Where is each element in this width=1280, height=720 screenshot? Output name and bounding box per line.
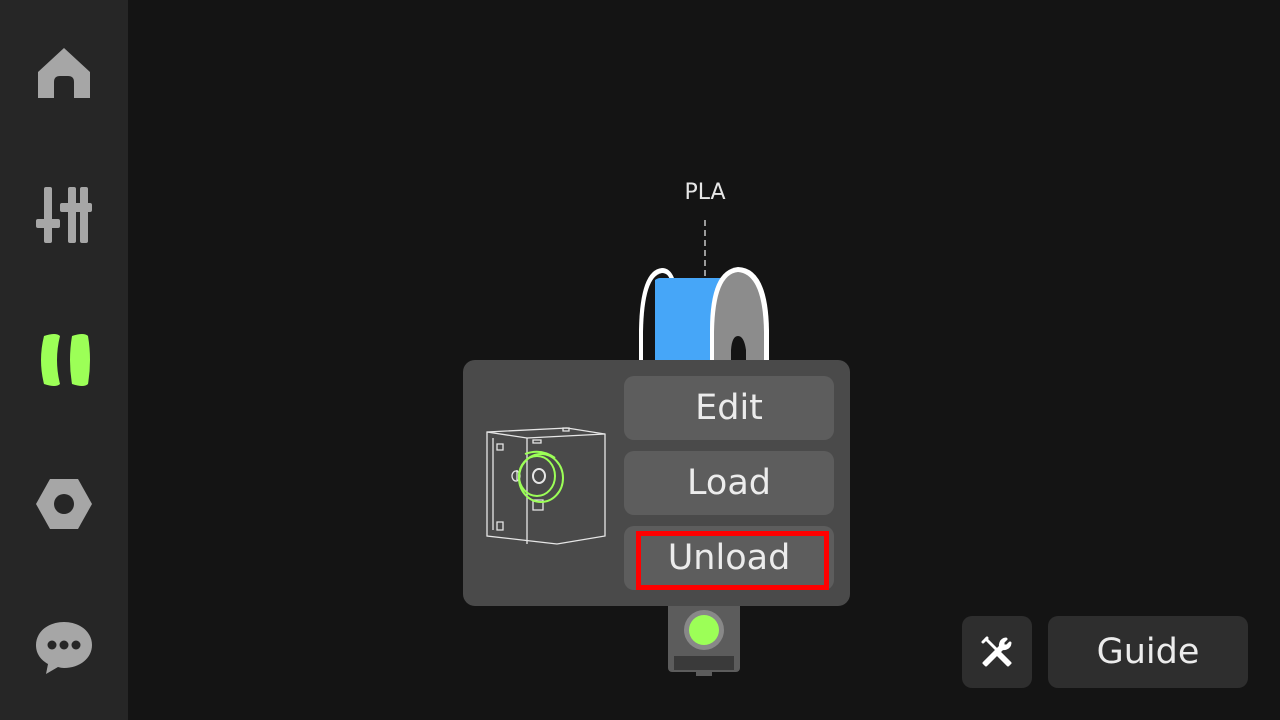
wrench-screwdriver-icon: [981, 636, 1012, 667]
nav-settings[interactable]: [0, 444, 128, 564]
filament-icon: [41, 334, 90, 386]
load-button[interactable]: Load: [624, 451, 834, 515]
unload-button[interactable]: Unload: [624, 526, 834, 590]
nav-filament[interactable]: [0, 300, 128, 420]
home-icon: [38, 48, 90, 98]
filament-slot: [668, 600, 740, 676]
edit-button[interactable]: Edit: [624, 376, 834, 440]
guide-button[interactable]: Guide: [1048, 616, 1248, 688]
filament-spool[interactable]: [630, 260, 780, 370]
nav-home[interactable]: [0, 12, 128, 132]
tools-button[interactable]: [962, 616, 1032, 688]
nav-messages[interactable]: [0, 588, 128, 708]
filament-action-popup: Edit Load Unload: [463, 360, 850, 606]
sidebar: [0, 0, 128, 720]
spool-material-label: PLA: [684, 180, 726, 205]
printer-machine-illustration: [486, 427, 606, 545]
nav-controls[interactable]: [0, 155, 128, 275]
hex-nut-settings-icon: [36, 479, 92, 529]
chat-bubble-icon: [36, 622, 92, 674]
sliders-icon: [36, 187, 92, 243]
